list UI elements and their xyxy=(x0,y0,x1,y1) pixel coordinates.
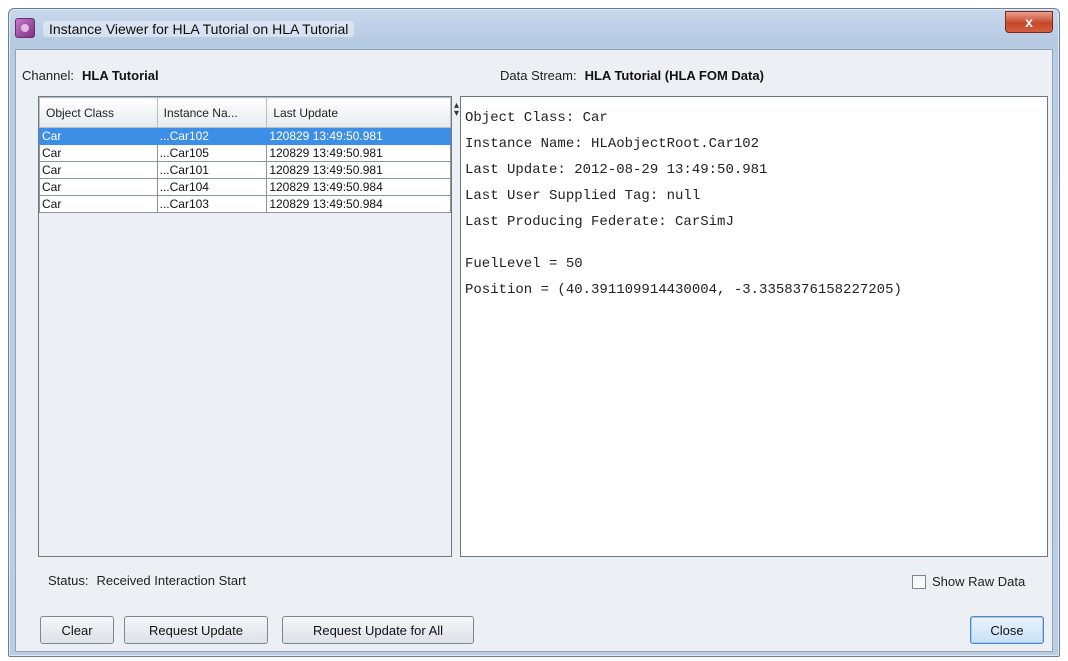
data-stream-label: Data Stream: xyxy=(500,68,577,83)
detail-attribute-fuel-level: FuelLevel = 50 xyxy=(465,256,583,272)
status-label: Status: xyxy=(48,573,89,588)
cell-last-update: 120829 13:49:50.981 xyxy=(266,127,451,145)
detail-attribute-position: Position = (40.391109914430004, -3.33583… xyxy=(465,282,902,298)
detail-instance-name: Instance Name: HLAobjectRoot.Car102 xyxy=(465,136,760,152)
instance-table-panel[interactable]: Object Class Instance Na... Last Update … xyxy=(38,96,452,557)
column-header-last-update[interactable]: Last Update xyxy=(266,97,451,128)
table-row[interactable]: Car ...Car105 120829 13:49:50.981 xyxy=(39,144,451,162)
cell-object-class: Car xyxy=(39,144,158,162)
cell-instance-name: ...Car101 xyxy=(156,161,268,179)
cell-instance-name: ...Car104 xyxy=(156,178,268,196)
window-close-button[interactable]: x xyxy=(1005,11,1053,33)
show-raw-data-checkbox[interactable]: Show Raw Data xyxy=(912,574,1025,589)
instance-viewer-window: Instance Viewer for HLA Tutorial on HLA … xyxy=(8,8,1060,657)
show-raw-data-label: Show Raw Data xyxy=(932,574,1026,589)
table-row[interactable]: Car ...Car103 120829 13:49:50.984 xyxy=(39,195,451,213)
request-update-button[interactable]: Request Update xyxy=(124,616,268,644)
detail-last-update: Last Update: 2012-08-29 13:49:50.981 xyxy=(465,162,768,178)
cell-object-class: Car xyxy=(39,161,158,179)
cell-instance-name: ...Car102 xyxy=(156,127,268,145)
channel-row: Channel: HLA Tutorial xyxy=(22,68,159,83)
cell-object-class: Car xyxy=(39,178,158,196)
column-header-instance-name[interactable]: Instance Na... xyxy=(156,97,268,128)
title-bar: Instance Viewer for HLA Tutorial on HLA … xyxy=(9,9,1059,49)
instance-table: Object Class Instance Na... Last Update … xyxy=(39,97,451,213)
table-row[interactable]: Car ...Car104 120829 13:49:50.984 xyxy=(39,178,451,196)
table-header-row: Object Class Instance Na... Last Update xyxy=(39,97,451,128)
cell-last-update: 120829 13:49:50.984 xyxy=(266,178,451,196)
data-stream-row: Data Stream: HLA Tutorial (HLA FOM Data) xyxy=(500,68,764,83)
table-row[interactable]: Car ...Car102 120829 13:49:50.981 xyxy=(39,127,451,145)
clear-button[interactable]: Clear xyxy=(40,616,114,644)
app-icon xyxy=(15,18,35,38)
cell-instance-name: ...Car105 xyxy=(156,144,268,162)
channel-value: HLA Tutorial xyxy=(82,68,159,83)
cell-object-class: Car xyxy=(39,127,158,145)
column-header-object-class[interactable]: Object Class xyxy=(39,97,158,128)
status-text: Received Interaction Start xyxy=(96,573,247,588)
cell-object-class: Car xyxy=(39,195,158,213)
detail-spacer xyxy=(465,235,1047,251)
detail-user-tag: Last User Supplied Tag: null xyxy=(465,188,701,204)
request-update-all-button[interactable]: Request Update for All xyxy=(282,616,474,644)
cell-last-update: 120829 13:49:50.984 xyxy=(266,195,451,213)
splitter-grip-icon[interactable]: ▴ ▾ xyxy=(454,101,459,119)
detail-producing-federate: Last Producing Federate: CarSimJ xyxy=(465,214,734,230)
window-title: Instance Viewer for HLA Tutorial on HLA … xyxy=(43,21,355,37)
table-row[interactable]: Car ...Car101 120829 13:49:50.981 xyxy=(39,161,451,179)
checkbox-box[interactable] xyxy=(912,574,926,589)
cell-last-update: 120829 13:49:50.981 xyxy=(266,144,451,162)
data-stream-value: HLA Tutorial (HLA FOM Data) xyxy=(584,68,764,83)
content-area: Channel: HLA Tutorial Data Stream: HLA Tut… xyxy=(15,49,1053,652)
close-button[interactable]: Close xyxy=(970,616,1044,644)
detail-object-class: Object Class: Car xyxy=(465,110,608,126)
cell-instance-name: ...Car103 xyxy=(156,195,268,213)
channel-label: Channel: xyxy=(22,68,75,83)
cell-last-update: 120829 13:49:50.981 xyxy=(266,161,451,179)
instance-detail-panel[interactable]: Object Class: Car Instance Name: HLAobjec… xyxy=(460,96,1048,557)
status-bar: Status: Received Interaction Start xyxy=(48,573,246,588)
